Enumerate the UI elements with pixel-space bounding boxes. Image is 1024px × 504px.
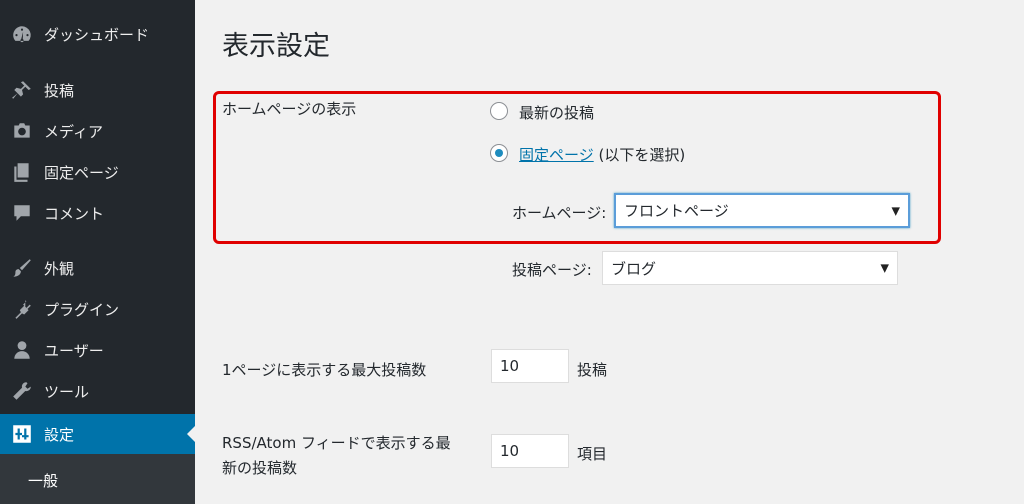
settings-submenu: 一般 [0,454,195,504]
sidebar-item-label: ツール [44,382,90,401]
homepage-select[interactable]: フロントページ ▼ [614,193,910,228]
dropdown-arrow-icon: ▼ [891,204,900,217]
sidebar-item-label: 設定 [44,425,75,444]
sidebar-item-plugins[interactable]: プラグイン [0,289,195,329]
page-title: 表示設定 [222,31,330,62]
sidebar-item-comments[interactable]: コメント [0,193,195,233]
comment-icon [10,201,34,225]
posts-per-page-input[interactable] [491,349,569,383]
homepage-select-label: ホームページ: [512,204,607,222]
posts-page-select-value: ブログ [611,259,657,278]
feed-items-input[interactable] [491,434,569,468]
sidebar-item-posts[interactable]: 投稿 [0,70,195,110]
sidebar-item-label: 外観 [44,259,75,278]
sidebar-item-users[interactable]: ユーザー [0,330,195,370]
homepage-display-label: ホームページの表示 [222,100,357,118]
sidebar-item-label: ダッシュボード [44,25,150,44]
pages-icon [10,160,34,184]
feed-items-unit: 項目 [577,445,608,463]
sidebar-item-media[interactable]: メディア [0,111,195,151]
brush-icon [10,256,34,280]
sidebar-item-dashboard[interactable]: ダッシュボード [0,14,195,54]
pin-icon [10,78,34,102]
radio-latest-posts[interactable] [490,102,508,120]
static-page-suffix: (以下を選択) [598,146,686,164]
radio-static-page-label: 固定ページ (以下を選択) [519,144,685,165]
sidebar-item-label: ユーザー [44,341,104,360]
dropdown-arrow-icon: ▼ [880,261,889,275]
radio-latest-posts-label: 最新の投稿 [519,104,595,122]
sidebar-item-tools[interactable]: ツール [0,371,195,411]
sidebar-item-label: コメント [44,204,105,223]
posts-page-select[interactable]: ブログ ▼ [602,251,898,285]
user-icon [10,338,34,362]
wrench-icon [10,379,34,403]
dashboard-icon [10,22,34,46]
radio-static-page[interactable] [490,144,508,162]
sidebar-item-label: メディア [44,122,103,141]
static-page-link[interactable]: 固定ページ [519,146,594,164]
sidebar-item-label: プラグイン [44,300,120,319]
submenu-item-general[interactable]: 一般 [28,470,58,491]
posts-page-select-label: 投稿ページ: [512,261,592,279]
feed-items-label-line1: RSS/Atom フィードで表示する最 [222,434,451,452]
media-icon [10,119,34,143]
posts-per-page-label: 1ページに表示する最大投稿数 [222,361,427,379]
sidebar-item-appearance[interactable]: 外観 [0,248,195,288]
sidebar-item-label: 固定ページ [44,163,119,182]
sidebar-item-settings[interactable]: 設定 [0,414,195,454]
admin-sidebar: ダッシュボード 投稿 メディア 固定ページ コメント 外観 プラグイン ユーザー… [0,0,195,504]
plugin-icon [10,297,34,321]
settings-icon [10,422,34,446]
sidebar-item-pages[interactable]: 固定ページ [0,152,195,192]
sidebar-item-label: 投稿 [44,81,75,100]
posts-per-page-unit: 投稿 [577,361,608,379]
feed-items-label-line2: 新の投稿数 [222,459,298,477]
homepage-select-value: フロントページ [624,202,729,220]
